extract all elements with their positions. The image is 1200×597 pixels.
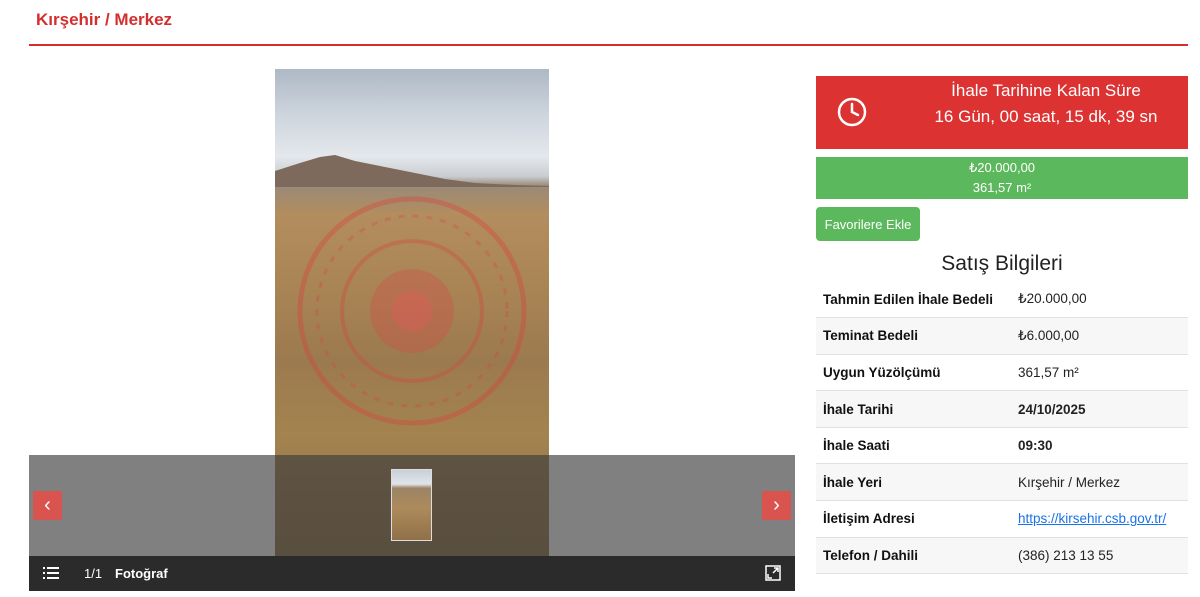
countdown-title: İhale Tarihine Kalan Süre: [951, 81, 1141, 100]
table-row: İhale Saati 09:30: [816, 427, 1188, 465]
row-value: 09:30: [1011, 427, 1188, 465]
countdown-banner: İhale Tarihine Kalan Süre 16 Gün, 00 saa…: [816, 76, 1188, 149]
table-row: İhale Yeri Kırşehir / Merkez: [816, 463, 1188, 502]
row-label: İhale Tarihi: [816, 390, 1011, 428]
mountain-silhouette: [275, 155, 549, 187]
price-summary: ₺20.000,00 361,57 m²: [816, 157, 1188, 199]
price-area: 361,57 m²: [972, 180, 1032, 195]
row-label: Telefon / Dahili: [816, 537, 1011, 575]
price-amount: ₺20.000,00: [968, 160, 1036, 175]
table-row: İletişim Adresi https://kirsehir.csb.gov…: [816, 500, 1188, 538]
row-label: Tahmin Edilen İhale Bedeli: [816, 281, 1011, 319]
table-row: Telefon / Dahili (386) 213 13 55: [816, 537, 1188, 575]
row-label: Teminat Bedeli: [816, 317, 1011, 355]
chevron-right-icon[interactable]: ›: [762, 491, 791, 520]
photo-counter: 1/1: [84, 566, 103, 581]
table-row: Teminat Bedeli ₺6.000,00: [816, 317, 1188, 355]
countdown-value: 16 Gün, 00 saat, 15 dk, 39 sn: [934, 107, 1158, 126]
photo-gallery: ‹ › 1/1 Fotoğraf: [29, 68, 795, 591]
title-divider: [29, 44, 1188, 46]
contact-address-link[interactable]: https://kirsehir.csb.gov.tr/: [1018, 511, 1166, 526]
row-label: İhale Saati: [816, 427, 1011, 465]
clock-icon: [837, 97, 867, 127]
row-value: (386) 213 13 55: [1011, 537, 1188, 575]
sales-info-table: Tahmin Edilen İhale Bedeli ₺20.000,00 Te…: [816, 281, 1188, 575]
row-label: Uygun Yüzölçümü: [816, 354, 1011, 392]
row-value: https://kirsehir.csb.gov.tr/: [1011, 500, 1188, 538]
row-label: İletişim Adresi: [816, 500, 1011, 538]
row-value: 361,57 m²: [1011, 354, 1188, 392]
row-value: ₺20.000,00: [1011, 281, 1188, 319]
thumbnail-1[interactable]: [391, 469, 432, 541]
thumbnail-strip: [29, 455, 795, 556]
table-row: Uygun Yüzölçümü 361,57 m²: [816, 354, 1188, 392]
table-row: Tahmin Edilen İhale Bedeli ₺20.000,00: [816, 281, 1188, 319]
watermark-seal: [297, 196, 527, 426]
row-value: ₺6.000,00: [1011, 317, 1188, 355]
gallery-toolbar: 1/1 Fotoğraf: [29, 556, 795, 591]
page-title: Kırşehir / Merkez: [36, 10, 173, 29]
table-row: İhale Tarihi 24/10/2025: [816, 390, 1188, 428]
row-label: İhale Yeri: [816, 463, 1011, 502]
list-icon[interactable]: [43, 566, 59, 580]
row-value: 24/10/2025: [1011, 390, 1188, 428]
photo-caption: Fotoğraf: [115, 566, 168, 581]
add-to-favorites-button[interactable]: Favorilere Ekle: [816, 207, 920, 241]
sales-info-title: Satış Bilgileri: [941, 252, 1063, 275]
chevron-left-icon[interactable]: ‹: [33, 491, 62, 520]
row-value: Kırşehir / Merkez: [1011, 463, 1188, 502]
fullscreen-icon[interactable]: [765, 565, 781, 581]
